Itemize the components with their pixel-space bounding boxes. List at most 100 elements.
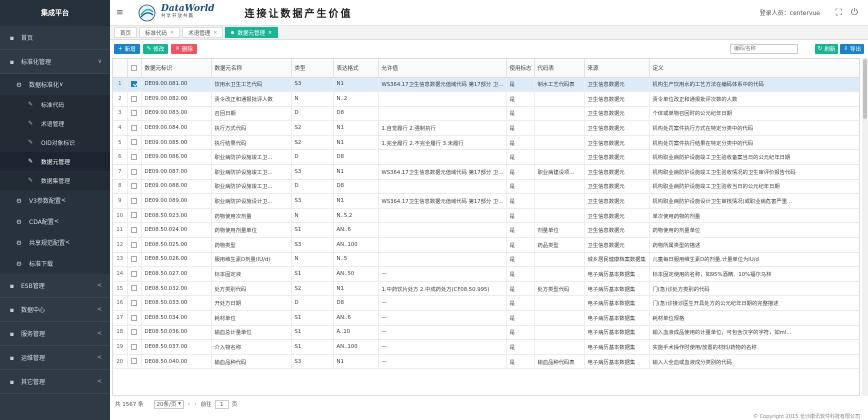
tab-close-icon[interactable]: × — [213, 30, 217, 36]
sidebar-item-12[interactable]: ▪ ESB管理 < — [0, 274, 110, 298]
sidebar-item-8[interactable]: ⚙ V3参数配置 < — [0, 190, 110, 211]
sidebar-item-2[interactable]: ⚙ 数据标准化 ∨ — [0, 74, 110, 95]
column-header[interactable]: 数据元标识 — [141, 59, 212, 78]
tab-close-icon[interactable]: × — [268, 30, 272, 36]
table-row[interactable]: 20 DE08.50.040.00 输血品种代码 S3 N1— 是输血品种代码表 电子病历基… — [113, 354, 859, 370]
table-row[interactable]: 7 DE09.00.087.00 职业病防护设施竣工卫... S3 N1 WS364.17… — [113, 164, 859, 180]
row-checkbox[interactable] — [131, 110, 137, 117]
table-cell: DE09.00.082.00 — [141, 91, 212, 107]
row-checkbox[interactable] — [131, 139, 137, 146]
column-header[interactable]: 表达格式 — [333, 59, 379, 78]
search-input[interactable] — [730, 44, 798, 54]
next-page-icon[interactable]: › — [194, 401, 196, 408]
row-checkbox[interactable] — [131, 358, 137, 365]
tab-close-icon[interactable]: × — [170, 30, 174, 36]
select-all-checkbox[interactable] — [131, 64, 137, 71]
table-cell: 卫生信息数据元 — [584, 237, 650, 253]
sidebar-item-1[interactable]: ▪ 标准化管理 ∨ — [0, 50, 110, 74]
sidebar-item-13[interactable]: ▪ 数据中心 < — [0, 298, 110, 322]
table-row[interactable]: 11 DE08.50.024.00 药物使用剂量单位 S1 AN..6 是剂量单位 卫生信息… — [113, 222, 859, 239]
table-row[interactable]: 9 DE09.00.089.00 职业病防护设施设计卫... S3 N1 WS364.17… — [113, 193, 859, 209]
tab-0[interactable]: 首页 — [114, 27, 138, 38]
export-button[interactable]: ⇩ 导出 — [840, 44, 864, 54]
table-row[interactable]: 6 DE09.00.086.00 职业病防护设施竣工卫... D D8 是 卫生信息数据元机… — [113, 149, 859, 166]
sidebar-item-7[interactable]: ✎ 数据集管理 — [0, 171, 110, 190]
table-cell: WS364.17卫生信息数据元值域代码 第17部分 卫生... — [378, 164, 507, 180]
sidebar-item-4[interactable]: ✎ 术语管理 — [0, 114, 110, 133]
table-row[interactable]: 5 DE09.00.085.00 执行结果代码 S2 N1 1.完全履行 2.不完全履行 … — [113, 135, 859, 151]
sidebar-item-10[interactable]: ⚙ 共享规范配置 < — [0, 232, 110, 253]
table-row[interactable]: 3 DE09.00.083.00 召回日期 D D8 是 卫生信息数据元 个体或单物召回时的公… — [113, 106, 859, 122]
table-row[interactable]: 13 DE08.50.026.00 服用维生素D剂量(IU/d) N N..5 是 城乡居民… — [113, 252, 859, 268]
table-row[interactable]: 15 DE08.50.032.00 处方类别代码 S2 N1 1.中药饮片处方 2.中成药… — [113, 281, 859, 297]
row-checkbox[interactable] — [131, 270, 137, 277]
column-header[interactable] — [127, 59, 142, 78]
column-header[interactable]: 代码表 — [534, 59, 585, 78]
sidebar-item-16[interactable]: ▪ 其它管理 < — [0, 370, 110, 394]
row-checkbox[interactable] — [131, 241, 137, 248]
table-row[interactable]: 2 DE09.00.082.00 责令改正和通报批评人数 N N..2 是 卫生信息数据元责… — [113, 91, 859, 107]
row-checkbox[interactable] — [131, 197, 137, 204]
chevron-icon: < — [96, 330, 102, 337]
row-number: 9 — [113, 193, 128, 209]
column-header[interactable]: 使用标志 — [506, 59, 535, 78]
table-row[interactable]: 10 DE08.50.023.00 药物使用次剂量 N N..5,2 是 卫生信息数据元 单次… — [113, 208, 859, 224]
column-header[interactable]: 数据元名称 — [211, 59, 292, 78]
row-checkbox[interactable] — [131, 226, 137, 233]
row-checkbox[interactable] — [131, 285, 137, 292]
sidebar-item-11[interactable]: ⚙ 标准下载 — [0, 253, 110, 274]
row-checkbox[interactable] — [131, 124, 137, 131]
table-row[interactable]: 8 DE09.00.088.00 职业病防护设施竣工卫... D D8 是 卫生信息数据元机… — [113, 179, 859, 195]
table-row[interactable]: 1 DE09.00.081.00 饮用水卫生工艺代码 S3 N1 WS364.17卫生信息… — [113, 77, 859, 93]
prev-page-icon[interactable]: ‹ — [188, 401, 190, 408]
page-size-select[interactable]: 20条/页 ▾ — [153, 399, 184, 409]
table-cell: 卫生信息数据元 — [584, 120, 650, 136]
sidebar-item-label: 其它管理 — [21, 379, 46, 386]
scrollbar-thumb[interactable] — [863, 59, 867, 119]
chevron-icon: < — [96, 282, 102, 289]
row-checkbox[interactable] — [131, 183, 137, 190]
table-row[interactable]: 14 DE08.50.027.00 标本固定液 S1 AN..50— 是 电子病历基本数据集… — [113, 266, 859, 282]
sidebar-item-6[interactable]: ✎ 数据元管理 — [0, 152, 110, 171]
fullscreen-icon[interactable]: ⛶ — [836, 8, 842, 18]
page-input[interactable]: 1 — [214, 399, 229, 409]
table-row[interactable]: 4 DE09.00.084.00 执行方式代码 S2 N1 1.自觉履行 2.强制执行是 卫… — [113, 120, 859, 136]
sidebar-item-5[interactable]: ✎ OID对象标识 — [0, 133, 110, 152]
row-checkbox[interactable] — [131, 154, 137, 161]
delete-button[interactable]: ✕ 删除 — [171, 44, 197, 54]
tab-2[interactable]: 术语管理 × — [182, 27, 224, 38]
table-row[interactable]: 12 DE08.50.025.00 药物类型 S3 AN..100 是药品类型 卫生信息数据… — [113, 237, 859, 253]
add-button[interactable]: + 新增 — [114, 44, 140, 54]
login-user[interactable]: 登录人员：centervue — [760, 8, 820, 17]
tab-1[interactable]: 标准代码 × — [139, 27, 181, 38]
row-checkbox[interactable] — [131, 81, 137, 88]
row-checkbox[interactable] — [131, 343, 137, 350]
row-checkbox[interactable] — [131, 95, 137, 102]
row-checkbox[interactable] — [131, 212, 137, 219]
table-row[interactable]: 17 DE08.50.034.00 耗材单位 S1 AN..6— 是 电子病历基本数据集 耗材… — [113, 310, 859, 326]
edit-button[interactable]: ✎ 修改 — [142, 44, 169, 54]
sidebar-item-9[interactable]: ⚙ CDA配置 < — [0, 211, 110, 232]
sidebar-item-3[interactable]: ✎ 标准代码 — [0, 95, 110, 114]
sidebar-item-14[interactable]: ▪ 服务管理 < — [0, 322, 110, 346]
table-scrollbar[interactable] — [862, 58, 868, 396]
column-header[interactable]: 类型 — [291, 59, 334, 78]
tab-3[interactable]: 数据元管理 × — [225, 27, 279, 38]
table-row[interactable]: 18 DE08.50.036.00 输血总计量单位 S1 A..10— 是 电子病历基本数据… — [113, 325, 859, 341]
row-checkbox[interactable] — [131, 299, 137, 306]
column-header[interactable] — [113, 59, 128, 78]
sidebar-item-15[interactable]: ▪ 运维管理 < — [0, 346, 110, 370]
table-row[interactable]: 19 DE08.50.037.00 介入物名称 S1 AN..100— 是 电子病历基本数据… — [113, 339, 859, 355]
row-checkbox[interactable] — [131, 329, 137, 336]
menu-toggle-icon[interactable]: ≡ — [116, 8, 130, 18]
refresh-button[interactable]: ↻ 刷新 — [814, 44, 839, 54]
column-header[interactable]: 定义 — [649, 59, 859, 78]
row-checkbox[interactable] — [131, 256, 137, 263]
sidebar-item-0[interactable]: ▪ 首页 — [0, 26, 110, 50]
column-header[interactable]: 来源 — [584, 59, 650, 78]
row-checkbox[interactable] — [131, 168, 137, 175]
logout-icon[interactable]: ⏻ — [851, 8, 858, 18]
column-header[interactable]: 允许值 — [378, 59, 507, 78]
table-row[interactable]: 16 DE08.50.033.00 开处方日期 D D8— 是 电子病历基本数据集 门(急)诊… — [113, 295, 859, 311]
row-checkbox[interactable] — [131, 314, 137, 321]
